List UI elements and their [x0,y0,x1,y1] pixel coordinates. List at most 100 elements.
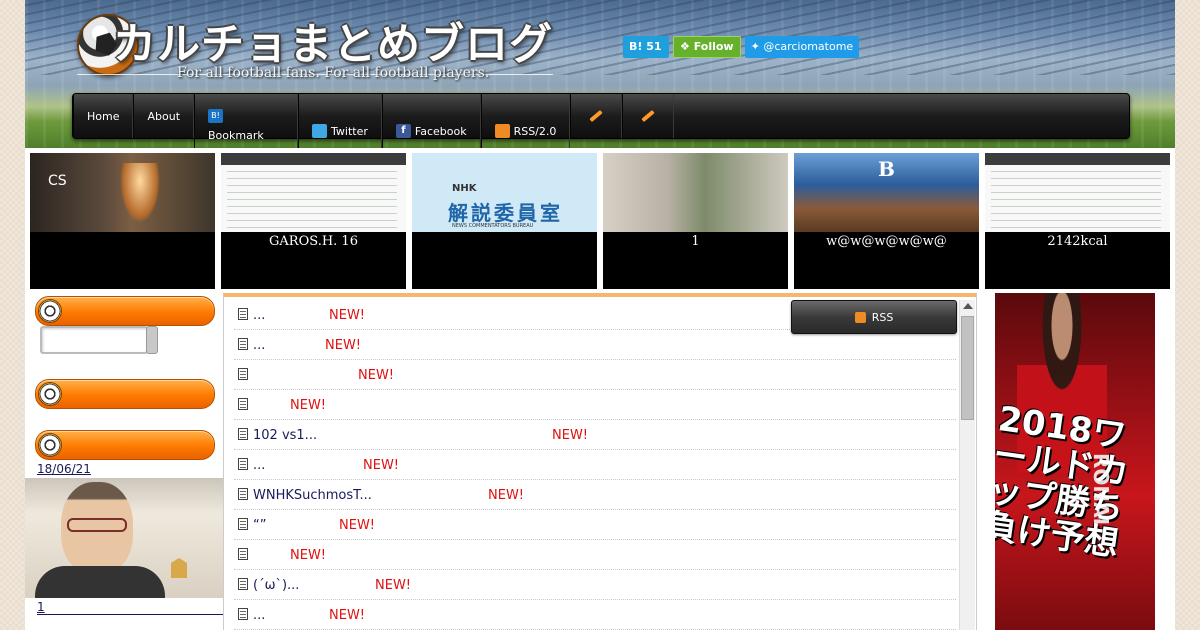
shogi-piece-icon [171,558,187,578]
twitter-follow-button[interactable]: ✦ @carciomatome [744,36,860,58]
follow-label: Follow [693,40,734,53]
article-title[interactable]: “” [253,518,266,533]
twitter-icon [312,124,328,138]
site-tagline: For all football fans. For all football … [177,65,490,81]
new-badge: NEW! [290,548,327,563]
list-item[interactable]: WNHKSuchmosT... NEW! [234,480,956,510]
article-title[interactable]: ... [253,338,265,353]
list-item[interactable]: ... NEW! [234,330,956,360]
article-title[interactable]: 102 vs1... [253,428,317,443]
document-icon [238,428,248,440]
list-item[interactable]: ... NEW! [234,450,956,480]
pencil-icon [589,109,604,123]
pencil-icon [641,109,656,123]
article-title[interactable]: ... [253,308,265,323]
hatena-bookmark-count-button[interactable]: B! 51 [623,36,669,58]
list-item[interactable]: (´ω`)... NEW! [234,570,956,600]
document-icon [238,548,248,560]
search-button[interactable] [146,326,158,354]
document-icon [238,608,248,620]
nav-item-facebook[interactable]: f Facebook [381,94,481,148]
featured-thumbnail[interactable]: GAROS.H. 16 [221,153,406,289]
nav-item-pencil-1[interactable] [570,94,623,138]
list-item[interactable]: 102 vs1... NEW! [234,420,956,450]
site-title[interactable]: カルチョまとめブログ [113,10,553,72]
sidebar-section-header [35,379,215,409]
document-icon [238,488,248,500]
nav-item-label: Bookmark [208,129,264,142]
list-item[interactable]: NEW! [234,390,956,420]
ad-jersey-text: RONAL [1089,453,1113,531]
thumbnail-image: CS [30,153,215,232]
featured-thumbnail[interactable]: 1 [603,153,788,289]
thumbnail-caption [412,232,597,291]
document-icon [238,368,248,380]
document-icon [238,338,248,350]
nav-item-rss[interactable]: RSS/2.0 [480,94,571,148]
nav-item-about[interactable]: About [133,94,195,138]
nav-item-label: Home [87,109,120,123]
nav-item-label: Twitter [331,125,368,138]
new-badge: NEW! [363,458,400,473]
thumbnail-caption: 2142kcal [1047,234,1108,249]
list-item[interactable]: “” NEW! [234,510,956,540]
list-item[interactable]: ... NEW! [234,600,956,630]
article-title[interactable]: (´ω`)... [253,578,299,593]
article-thumbnail-image[interactable] [25,478,225,598]
new-badge: NEW! [290,398,327,413]
new-badge: NEW! [358,368,395,383]
scrollbar-thumb[interactable] [961,316,974,420]
twitter-handle: @carciomatome [763,40,854,53]
ad-headline: 2018ワールドカップ勝ち負け予想 [995,399,1131,565]
document-icon [238,308,248,320]
article-list-panel: ... NEW! ... NEW! NEW! NEW! 102 vs1... N… [223,293,977,630]
featured-thumbnail[interactable]: CS [30,153,215,289]
new-badge: NEW! [488,488,525,503]
nav-item-label: Facebook [414,125,467,138]
article-title[interactable]: ... [253,608,265,623]
new-badge: NEW! [329,608,366,623]
nav-item-home[interactable]: Home [73,94,134,138]
new-badge: NEW! [339,518,376,533]
twitter-bird-icon: ✦ [750,40,764,53]
featured-thumbnail[interactable]: 2142kcal [985,153,1170,289]
nav-item-label: About [147,109,181,123]
new-badge: NEW! [375,578,412,593]
nav-item-bookmark[interactable]: B! Bookmark [194,94,299,148]
follow-button[interactable]: ❖ Follow [673,36,741,58]
article-title[interactable]: ... [253,458,265,473]
rss-icon [494,124,510,138]
search-input[interactable] [40,326,148,354]
sidebar-section-header [35,296,215,326]
featured-thumbnails: CS GAROS.H. 16 NHK 解説委員室 NEWS COMMENTATO… [30,153,1170,289]
article-title[interactable]: WNHKSuchmosT... [253,488,372,503]
list-item[interactable]: NEW! [234,360,956,390]
nav-item-twitter[interactable]: Twitter [298,94,382,148]
list-item[interactable]: NEW! [234,540,956,570]
thumbnail-image [603,153,788,232]
new-badge: NEW! [329,308,366,323]
facebook-icon: f [395,124,411,138]
right-sidebar-ad[interactable]: 2018ワールドカップ勝ち負け予想 RONAL [995,293,1155,630]
thumbnail-image: NHK 解説委員室 NEWS COMMENTATORS BUREAU [412,153,597,232]
rss-subscribe-button[interactable]: RSS [791,300,957,334]
page: カルチョまとめブログ For all football fans. For al… [25,0,1175,630]
article-list: ... NEW! ... NEW! NEW! NEW! 102 vs1... N… [234,300,956,630]
thumbnail-image [221,153,406,232]
thumbnail-image [794,153,979,232]
featured-thumbnail[interactable]: NHK 解説委員室 NEWS COMMENTATORS BUREAU [412,153,597,289]
thumbnail-caption: w@w@w@w@w@ [826,234,947,249]
thumbnail-caption: GAROS.H. 16 [269,234,358,249]
article-list-scrollbar[interactable] [959,300,975,630]
new-badge: NEW! [552,428,589,443]
post-date-link[interactable]: 18/06/21 [37,462,91,476]
hatena-bookmark-icon: B! [208,109,224,123]
document-icon [238,578,248,590]
thumbnail-caption [30,232,215,291]
scroll-up-arrow-icon[interactable] [963,303,973,309]
article-caption-link[interactable]: 1 [37,600,225,615]
nav-item-pencil-2[interactable] [622,94,675,138]
sidebar-section-header [35,430,215,460]
site-header: カルチョまとめブログ For all football fans. For al… [25,0,1175,148]
featured-thumbnail[interactable]: w@w@w@w@w@ [794,153,979,289]
